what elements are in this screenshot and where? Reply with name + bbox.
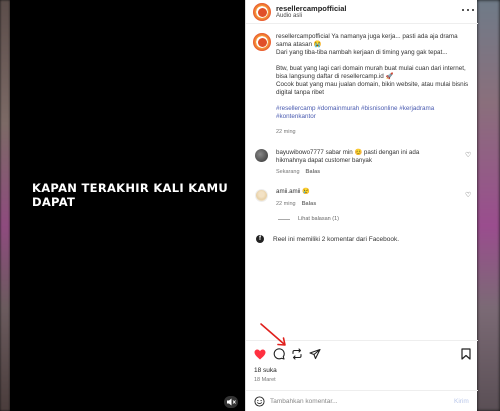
comment-input[interactable] bbox=[270, 395, 420, 408]
bookmark-icon bbox=[461, 348, 471, 360]
view-replies-label: Lihat balasan (1) bbox=[298, 216, 339, 222]
avatar[interactable] bbox=[253, 3, 271, 21]
caption-avatar[interactable] bbox=[253, 33, 271, 51]
comment-avatar[interactable] bbox=[255, 149, 268, 162]
background-blur-right bbox=[477, 0, 500, 411]
like-count[interactable]: 18 suka bbox=[254, 367, 277, 374]
send-paper-plane-icon bbox=[309, 348, 321, 360]
facebook-icon: f bbox=[256, 235, 264, 243]
comment-text: amii.amii 😢 bbox=[276, 188, 446, 196]
post-date: 18 Maret bbox=[254, 377, 276, 383]
reply-button[interactable]: Balas bbox=[302, 201, 317, 207]
facebook-comments-note: f Reel ini memiliki 2 komentar dari Face… bbox=[256, 235, 399, 243]
comment-avatar[interactable] bbox=[255, 189, 268, 202]
annotation-arrow-icon bbox=[260, 323, 286, 346]
mute-button[interactable] bbox=[224, 396, 238, 408]
post-caption: resellercampofficial Ya namanya juga ker… bbox=[276, 33, 471, 121]
caption-hashtags[interactable]: #resellercamp #domainmurah #bisnisonline… bbox=[276, 105, 471, 121]
share-button[interactable] bbox=[309, 348, 321, 360]
comment-body: 😢 bbox=[302, 188, 310, 195]
header-username[interactable]: resellercampofficial bbox=[276, 4, 346, 13]
repost-button[interactable] bbox=[291, 348, 303, 360]
comment-button[interactable] bbox=[273, 348, 285, 360]
reel-video[interactable]: KAPAN TERAKHIR KALI KAMU DAPAT bbox=[10, 0, 245, 411]
comment-bubble-icon bbox=[273, 348, 285, 360]
comment-time: Sekarang bbox=[276, 169, 300, 175]
facebook-note-text: Reel ini memiliki 2 komentar dari Facebo… bbox=[273, 235, 400, 243]
caption-username[interactable]: resellercampofficial bbox=[276, 33, 330, 40]
comment-like-heart-icon[interactable]: ♡ bbox=[465, 191, 471, 199]
caption-para2: Btw, buat yang lagi cari domain murah bu… bbox=[276, 65, 469, 96]
more-options-icon[interactable] bbox=[462, 6, 474, 14]
caption-line2: Dari yang tiba-tiba nambah kerjaan di ti… bbox=[276, 49, 448, 56]
caption-time: 22 ming bbox=[276, 129, 296, 135]
like-button[interactable] bbox=[254, 348, 266, 360]
comment-username[interactable]: amii.amii bbox=[276, 188, 300, 195]
comment-text: bayuwibowo7777 sabar min 😊 pasti dengan … bbox=[276, 149, 446, 165]
post-comment-button[interactable]: Kirim bbox=[454, 398, 469, 405]
emoji-button[interactable] bbox=[254, 396, 265, 407]
comment-like-heart-icon[interactable]: ♡ bbox=[465, 151, 471, 159]
post-header: resellercampofficial Audio asli bbox=[246, 0, 478, 24]
save-button[interactable] bbox=[460, 348, 472, 360]
reply-button[interactable]: Balas bbox=[306, 169, 321, 175]
audio-label[interactable]: Audio asli bbox=[276, 13, 302, 19]
comment-composer: Kirim bbox=[246, 390, 478, 411]
comment-username[interactable]: bayuwibowo7777 bbox=[276, 149, 324, 156]
comment-meta: Sekarang Balas bbox=[276, 169, 320, 175]
post-details-panel: resellercampofficial Audio asli reseller… bbox=[245, 0, 478, 411]
speaker-muted-icon bbox=[226, 398, 236, 406]
heart-filled-icon bbox=[254, 349, 266, 359]
comment-time: 22 ming bbox=[276, 201, 296, 207]
background-blur-left bbox=[0, 0, 10, 411]
emoji-smiley-icon bbox=[254, 396, 265, 407]
view-replies-button[interactable]: Lihat balasan (1) bbox=[278, 216, 339, 222]
video-caption-text: KAPAN TERAKHIR KALI KAMU DAPAT bbox=[32, 181, 229, 209]
repost-icon bbox=[292, 348, 302, 360]
comment-meta: 22 ming Balas bbox=[276, 201, 316, 207]
